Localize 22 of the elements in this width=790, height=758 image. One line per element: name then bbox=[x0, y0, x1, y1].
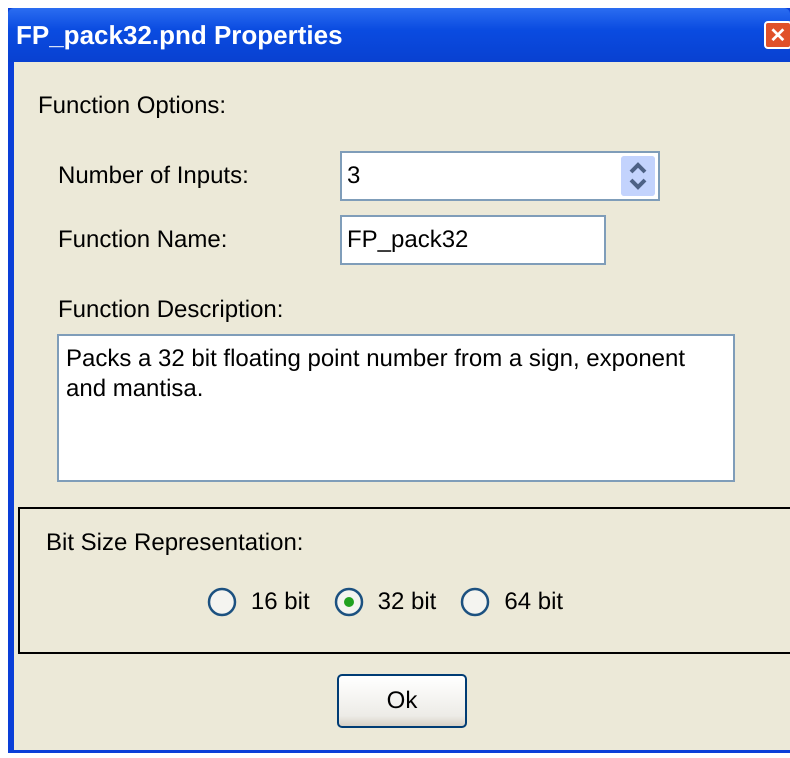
section-heading: Function Options: bbox=[38, 92, 228, 120]
radio-button[interactable] bbox=[206, 587, 237, 617]
radio-label: 32 bit bbox=[378, 588, 436, 616]
field-label: Number of Inputs: bbox=[58, 162, 250, 190]
ok-button[interactable]: Ok bbox=[337, 674, 467, 728]
radio-button[interactable] bbox=[334, 587, 364, 617]
group-heading: Bit Size Representation: bbox=[46, 529, 304, 557]
field-value: 3 bbox=[347, 162, 360, 190]
radio-option[interactable]: 64 bit bbox=[460, 587, 564, 617]
radio-button[interactable] bbox=[460, 587, 490, 617]
radio-option[interactable]: 16 bit bbox=[206, 587, 310, 617]
radio-label: 64 bit bbox=[504, 588, 564, 616]
spinner-arrows-icon[interactable] bbox=[621, 156, 655, 196]
field-label: Function Description: bbox=[58, 296, 284, 324]
radio-option[interactable]: 32 bit bbox=[334, 587, 436, 617]
number-spinner[interactable]: 3 bbox=[340, 151, 660, 201]
radio-label: 16 bit bbox=[250, 588, 310, 616]
description-field[interactable]: Packs a 32 bit floating point number from a sign, exponent and mantisa. bbox=[57, 334, 735, 482]
close-button[interactable]: ✕ bbox=[764, 21, 790, 49]
name-field[interactable]: FP_pack32 bbox=[340, 215, 606, 265]
field-label: Function Name: bbox=[58, 226, 228, 254]
window-title: FP_pack32.pnd Properties bbox=[16, 20, 343, 50]
